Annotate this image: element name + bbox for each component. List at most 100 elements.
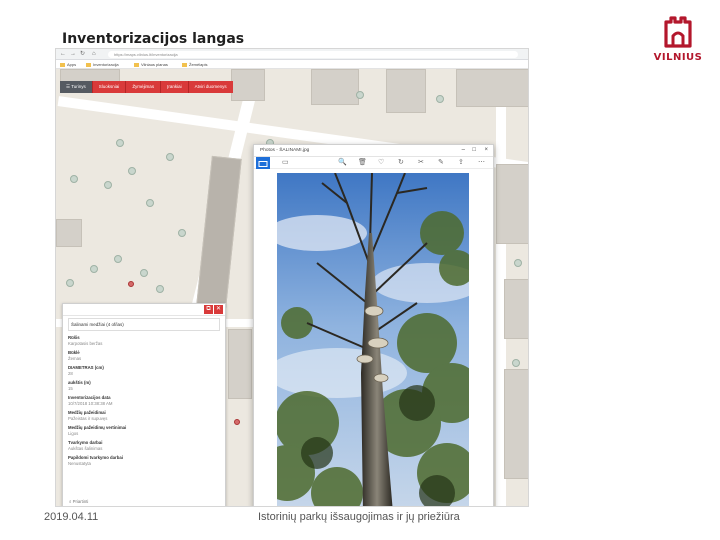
tree-marker[interactable] [128, 167, 136, 175]
attribute-value: Pažeistas ir supuvęs [68, 416, 108, 421]
bookmark-item[interactable]: Vilniaus planas [134, 62, 168, 67]
tree-marker[interactable] [156, 285, 164, 293]
minimize-icon[interactable]: – [462, 147, 465, 154]
attribute-value: Žemas [68, 356, 82, 361]
attribute-value: Ligos [68, 431, 79, 436]
home-icon[interactable]: ⌂ [92, 51, 96, 58]
toolbar-contents-button[interactable]: ☰ Turinys [60, 81, 92, 93]
footer-date: 2019.04.11 [44, 511, 99, 523]
selected-tree-marker[interactable] [128, 281, 134, 287]
bookmarks-bar: Apps Inventorizacija Vilniaus planas Žem… [56, 60, 528, 69]
attribute-row: Tvarkymo darbai Aukštas šalinimas [68, 440, 220, 452]
attribute-row: DIAMETRAS (cm) 28 [68, 365, 220, 377]
tree-photo-image [277, 173, 469, 506]
attribute-value: Aukštas šalinimas [68, 446, 103, 451]
vilnius-logo: VILNIUS [646, 16, 710, 70]
building [504, 279, 528, 339]
slideshow-icon[interactable]: ▭ [282, 159, 289, 167]
feature-info-panel: ⧉ ✕ Šalinami medžiai (4 of/ias) Rūšis Ka… [62, 303, 226, 506]
maximize-icon[interactable]: □ [472, 147, 476, 154]
panel-header: ⧉ ✕ [63, 304, 225, 316]
attribute-row: Medžių pažeidimai Pažeistas ir supuvęs [68, 410, 220, 422]
attribute-row: Papildomi tvarkymo darbai Nenustatyta [68, 455, 220, 467]
selected-tree-marker[interactable] [234, 419, 240, 425]
crop-icon[interactable]: ✂ [418, 159, 424, 167]
tree-marker[interactable] [514, 259, 522, 267]
close-icon[interactable]: × [484, 147, 488, 154]
toolbar-markup-button[interactable]: Žymėjimas [125, 81, 161, 93]
map-toolbar: ☰ Turinys Sluoksniai Žymėjimas Įrankiai … [60, 81, 233, 93]
bookmark-item[interactable]: Apps [60, 62, 76, 67]
attribute-row: Medžių pažeidimų vertinimai Ligos [68, 425, 220, 437]
slide-title: Inventorizacijos langas [62, 31, 245, 47]
zoom-icon[interactable]: 🔍 [338, 159, 347, 167]
attribute-row: Inventorizacijos data 10/7/2018 10:38:38… [68, 395, 220, 407]
attribute-value: Nenustatyta [68, 461, 91, 466]
more-icon[interactable]: ⋯ [478, 159, 485, 167]
bookmark-item[interactable]: Inventorizacija [86, 62, 119, 67]
attribute-row: Būklė Žemas [68, 350, 220, 362]
folder-icon [182, 62, 187, 67]
application-screenshot: ← → ↻ ⌂ https://maps.vilnius.lt/inventor… [55, 48, 529, 507]
attribute-value: 10/7/2018 10:38:38 AM [68, 401, 113, 406]
logo-text: VILNIUS [653, 52, 703, 63]
building [386, 69, 426, 113]
footer-caption: Istorinių parkų išsaugojimas ir jų priež… [258, 511, 460, 523]
photo-viewer-window: Photos - ŠALINAMI.jpg – □ × ▭ 🔍 🗑 ♡ ↻ ✂ … [253, 144, 494, 506]
tree-marker[interactable] [90, 265, 98, 273]
viewer-title: Photos - ŠALINAMI.jpg [260, 148, 310, 153]
close-icon[interactable]: ✕ [214, 305, 223, 314]
vilnius-tower-icon [664, 16, 692, 48]
attribute-value: 28 [68, 371, 73, 376]
feature-layer-title[interactable]: Šalinami medžiai (4 of/ias) [68, 318, 220, 331]
toolbar-layers-button[interactable]: Sluoksniai [91, 81, 126, 93]
building [504, 369, 528, 479]
reload-icon[interactable]: ↻ [80, 51, 85, 58]
folder-icon [86, 62, 91, 67]
tree-marker[interactable] [356, 91, 364, 99]
tree-marker[interactable] [166, 153, 174, 161]
address-bar[interactable]: https://maps.vilnius.lt/inventorizacija [108, 51, 518, 58]
zoom-to-link[interactable]: ⌕ Priartinti [69, 499, 88, 504]
see-all-photos-button[interactable] [256, 157, 270, 169]
attribute-value: 15 [68, 386, 73, 391]
tree-marker[interactable] [146, 199, 154, 207]
attribute-value: Karpotasis beržas [68, 341, 103, 346]
rotate-icon[interactable]: ↻ [398, 159, 404, 167]
folder-icon [258, 161, 268, 167]
tree-marker[interactable] [140, 269, 148, 277]
tree-marker[interactable] [436, 95, 444, 103]
tree-marker[interactable] [512, 359, 520, 367]
viewer-titlebar: Photos - ŠALINAMI.jpg – □ × [254, 145, 493, 157]
search-icon: ⌕ [69, 499, 72, 504]
building [311, 69, 359, 105]
building [231, 69, 265, 101]
edit-icon[interactable]: ✎ [438, 159, 444, 167]
tree-marker[interactable] [70, 175, 78, 183]
attribute-row: Rūšis Karpotasis beržas [68, 335, 220, 347]
share-icon[interactable]: ⇪ [458, 159, 464, 167]
building [228, 329, 252, 399]
toolbar-tools-button[interactable]: Įrankiai [160, 81, 188, 93]
tree-marker[interactable] [178, 229, 186, 237]
browser-toolbar: ← → ↻ ⌂ https://maps.vilnius.lt/inventor… [56, 49, 528, 60]
presentation-slide: Inventorizacijos langas VILNIUS ← → ↻ ⌂ … [0, 0, 720, 540]
viewer-toolbar: ▭ 🔍 🗑 ♡ ↻ ✂ ✎ ⇪ ⋯ [254, 157, 493, 169]
toolbar-open-data-button[interactable]: Atviri duomenys [187, 81, 233, 93]
building [496, 164, 528, 244]
back-icon[interactable]: ← [60, 51, 66, 58]
tree-marker[interactable] [66, 279, 74, 287]
folder-icon [60, 62, 65, 67]
forward-icon[interactable]: → [70, 51, 76, 58]
bookmark-item[interactable]: Žemėlapis [182, 62, 207, 67]
map-view[interactable]: ☰ Turinys Sluoksniai Žymėjimas Įrankiai … [56, 69, 528, 506]
building [56, 219, 82, 247]
tree-marker[interactable] [104, 181, 112, 189]
tree-marker[interactable] [114, 255, 122, 263]
delete-icon[interactable]: 🗑 [358, 159, 367, 167]
building [456, 69, 528, 107]
favorite-icon[interactable]: ♡ [378, 159, 384, 167]
popout-icon[interactable]: ⧉ [204, 305, 213, 314]
tree-marker[interactable] [116, 139, 124, 147]
building [196, 155, 242, 309]
